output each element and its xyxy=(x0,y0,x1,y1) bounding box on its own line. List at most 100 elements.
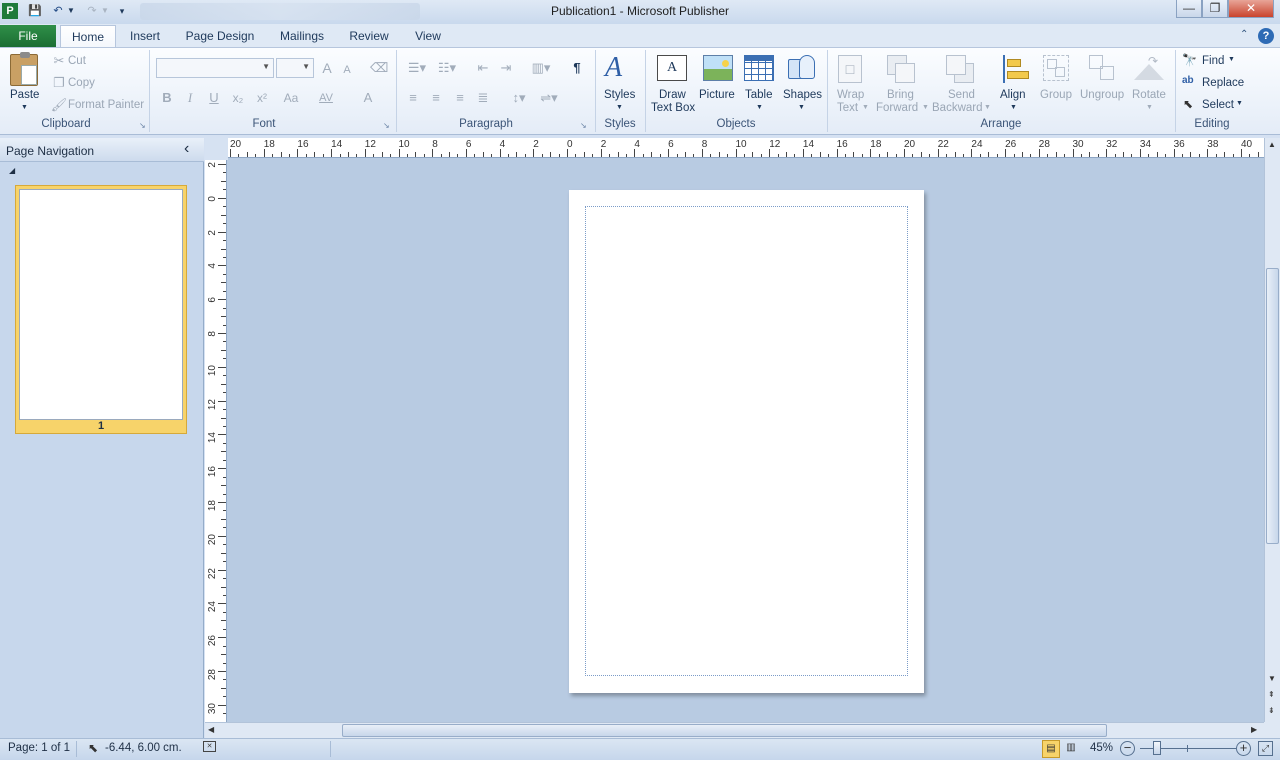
vertical-scroll-thumb[interactable] xyxy=(1266,268,1279,544)
v-ruler-tick xyxy=(221,417,226,419)
paste-button[interactable]: Paste ▼ xyxy=(6,52,44,114)
shapes-dropdown-icon[interactable]: ▼ xyxy=(798,104,805,111)
styles-dropdown-icon[interactable]: ▼ xyxy=(616,104,623,111)
v-ruler-tick xyxy=(223,628,226,630)
font-name-dropdown-icon[interactable]: ▼ xyxy=(262,62,270,71)
h-ruler-tick xyxy=(288,154,290,157)
tab-view[interactable]: View xyxy=(406,25,450,48)
minimize-ribbon-icon[interactable]: ⌃ xyxy=(1240,29,1248,40)
align-button[interactable]: Align ▼ xyxy=(996,52,1032,116)
v-ruler-tick xyxy=(221,248,226,250)
close-button[interactable]: ✕ xyxy=(1228,0,1274,18)
h-ruler-tick-label: 16 xyxy=(836,139,848,150)
styles-button[interactable]: A Styles ▼ xyxy=(600,52,640,114)
restore-button[interactable]: ❐ xyxy=(1202,0,1228,18)
two-page-spread-button[interactable]: ▥ xyxy=(1062,740,1080,758)
align-icon xyxy=(1001,55,1029,83)
v-ruler-tick xyxy=(223,594,226,596)
show-paragraph-marks-button[interactable]: ¶ xyxy=(568,59,586,77)
vertical-scrollbar[interactable]: ▲ ▼ ⇞ ⇟ xyxy=(1264,138,1280,722)
tab-insert[interactable]: Insert xyxy=(122,25,168,48)
previous-page-icon[interactable]: ⇞ xyxy=(1268,690,1275,699)
clipboard-launcher-icon[interactable]: ↘ xyxy=(139,121,146,130)
send-backward-button: Send Backward ▼ xyxy=(930,52,992,116)
styles-group-label: Styles xyxy=(604,118,636,130)
font-size-dropdown-icon[interactable]: ▼ xyxy=(302,62,310,71)
horizontal-ruler[interactable]: 20 18 16 14 12 10 8 6 4 2 0 2 4 6 8 10 12 14 16 18 20 22 24 26 2… xyxy=(228,138,1268,158)
select-button[interactable]: ⬉ Select ▼ xyxy=(1182,97,1246,115)
v-ruler-tick xyxy=(223,696,226,698)
h-ruler-tick xyxy=(861,154,863,157)
h-ruler-tick xyxy=(659,154,661,157)
find-dropdown-icon[interactable]: ▼ xyxy=(1228,56,1235,63)
scroll-down-icon[interactable]: ▼ xyxy=(1268,674,1276,683)
h-ruler-tick xyxy=(314,152,316,157)
paragraph-launcher-icon[interactable]: ↘ xyxy=(580,121,587,130)
v-ruler-tick xyxy=(223,459,226,461)
page-count-status[interactable]: Page: 1 of 1 xyxy=(8,742,70,754)
v-ruler-tick-label: 16 xyxy=(207,466,218,478)
h-ruler-tick xyxy=(988,152,990,157)
find-icon: 🔭 xyxy=(1182,53,1197,67)
tab-review[interactable]: Review xyxy=(344,25,394,48)
zoom-in-button[interactable]: + xyxy=(1236,741,1251,756)
collapse-pane-button[interactable]: ‹ xyxy=(184,140,189,158)
draw-text-box-button[interactable]: A Draw Text Box xyxy=(650,52,696,116)
h-ruler-tick xyxy=(322,154,324,157)
page-thumbnail[interactable]: 1 xyxy=(15,185,187,434)
zoom-slider-thumb[interactable] xyxy=(1153,741,1161,755)
minimize-button[interactable]: — xyxy=(1176,0,1202,18)
h-ruler-tick xyxy=(954,152,956,157)
h-ruler-tick xyxy=(1047,154,1049,157)
cursor-position-status: -6.44, 6.00 cm. xyxy=(105,742,182,754)
paste-dropdown-icon[interactable]: ▼ xyxy=(21,104,28,111)
horizontal-scroll-thumb[interactable] xyxy=(342,724,1107,737)
font-name-combobox[interactable]: ▼ xyxy=(156,58,274,78)
h-ruler-tick xyxy=(1165,154,1167,157)
h-ruler-tick xyxy=(1064,154,1066,157)
h-ruler-tick xyxy=(440,154,442,157)
h-ruler-tick-label: 12 xyxy=(364,139,376,150)
page-group-toggle-icon[interactable]: ◢ xyxy=(9,166,15,175)
h-ruler-tick-label: 18 xyxy=(870,139,882,150)
help-icon[interactable]: ? xyxy=(1258,28,1274,44)
next-page-icon[interactable]: ⇟ xyxy=(1268,706,1275,715)
shapes-button[interactable]: Shapes ▼ xyxy=(780,52,824,116)
tab-file[interactable]: File xyxy=(0,25,56,47)
horizontal-scrollbar[interactable]: ◀ ▶ xyxy=(205,722,1264,738)
align-dropdown-icon[interactable]: ▼ xyxy=(1010,104,1017,111)
picture-button[interactable]: Picture xyxy=(697,52,739,116)
fit-page-icon[interactable]: ⤢ xyxy=(1258,741,1273,756)
font-size-combobox[interactable]: ▼ xyxy=(276,58,314,78)
h-ruler-tick xyxy=(642,154,644,157)
tab-page-design[interactable]: Page Design xyxy=(180,25,260,48)
status-separator xyxy=(76,741,77,757)
h-ruler-tick xyxy=(979,154,981,157)
h-ruler-tick xyxy=(1241,149,1242,157)
tab-mailings[interactable]: Mailings xyxy=(272,25,332,48)
h-ruler-tick-label: 14 xyxy=(331,139,343,150)
scroll-up-icon[interactable]: ▲ xyxy=(1268,140,1276,149)
h-ruler-tick xyxy=(1190,152,1192,157)
find-button[interactable]: 🔭 Find ▼ xyxy=(1182,53,1242,71)
zoom-out-button[interactable]: − xyxy=(1120,741,1135,756)
v-ruler-tick xyxy=(218,333,226,334)
h-ruler-tick-label: 10 xyxy=(735,139,747,150)
single-page-view-button[interactable]: ▤ xyxy=(1042,740,1060,758)
select-dropdown-icon[interactable]: ▼ xyxy=(1236,100,1243,107)
ruler-corner[interactable] xyxy=(205,138,228,160)
table-dropdown-icon[interactable]: ▼ xyxy=(756,104,763,111)
font-launcher-icon[interactable]: ↘ xyxy=(383,121,390,130)
zoom-level[interactable]: 45% xyxy=(1090,742,1113,754)
h-ruler-tick xyxy=(996,154,998,157)
table-button[interactable]: Table ▼ xyxy=(741,52,777,116)
replace-button[interactable]: ab Replace xyxy=(1182,75,1248,93)
scroll-left-icon[interactable]: ◀ xyxy=(208,725,214,734)
h-ruler-tick xyxy=(524,154,526,157)
h-ruler-tick xyxy=(331,149,333,157)
tab-home[interactable]: Home xyxy=(60,25,116,48)
bring-forward-icon xyxy=(887,55,917,83)
scroll-right-icon[interactable]: ▶ xyxy=(1251,725,1257,734)
vertical-ruler[interactable]: 2 0 2 4 6 8 10 12 14 16 18 20 22 24 26 28 30 xyxy=(205,160,227,732)
h-ruler-tick xyxy=(1156,152,1158,157)
